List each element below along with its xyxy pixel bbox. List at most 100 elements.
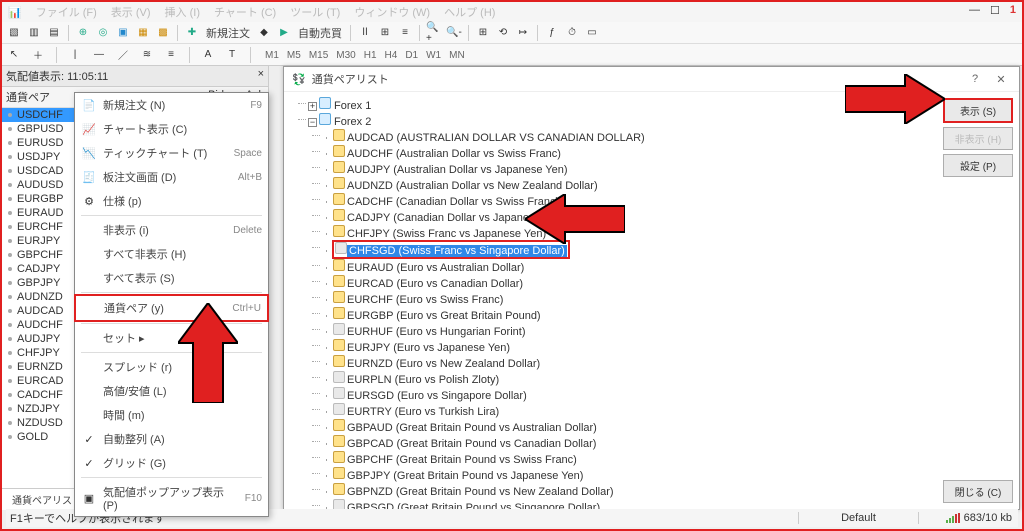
tree-folder-Forex 1[interactable]: + Forex 1 <box>308 96 935 112</box>
indicators-icon[interactable]: ƒ <box>544 25 560 41</box>
timeframe-M15[interactable]: M15 <box>305 48 332 63</box>
tree-item-EURNZD[interactable]: ⋅ EURNZD (Euro vs New Zealand Dollar) <box>322 354 935 370</box>
tree-item-EURCHF[interactable]: ⋅ EURCHF (Euro vs Swiss Franc) <box>322 290 935 306</box>
ctx-気配値ポップアップ表示 (P)[interactable]: ▣気配値ポップアップ表示 (P)F10 <box>75 480 268 516</box>
terminal-icon[interactable]: ▦ <box>135 25 151 41</box>
timeframe-MN[interactable]: MN <box>445 48 469 63</box>
chart-line-icon[interactable]: ▤ <box>46 25 62 41</box>
ctx-高値/安値 (L)[interactable]: 高値/安値 (L) <box>75 379 268 403</box>
ctx-非表示 (i)[interactable]: 非表示 (i)Delete <box>75 218 268 242</box>
menu-insert[interactable]: 挿入 (I) <box>165 4 200 20</box>
market-watch-icon[interactable]: ◎ <box>95 25 111 41</box>
tester-icon[interactable]: ▩ <box>155 25 171 41</box>
tree-item-AUDCHF[interactable]: ⋅ AUDCHF (Australian Dollar vs Swiss Fra… <box>322 144 935 160</box>
menu-help[interactable]: ヘルプ (H) <box>444 4 495 20</box>
dialog-close-icon[interactable]: ✕ <box>991 73 1011 86</box>
ctx-すべて表示 (S)[interactable]: すべて表示 (S) <box>75 266 268 290</box>
ctx-グリッド (G)[interactable]: ✓グリッド (G) <box>75 451 268 475</box>
hide-button[interactable]: 非表示 (H) <box>943 127 1013 150</box>
chart-bar-icon[interactable]: ▧ <box>6 25 22 41</box>
shift-icon[interactable]: ↦ <box>515 25 531 41</box>
text-icon[interactable]: A <box>200 47 216 63</box>
menu-window[interactable]: ウィンドウ (W) <box>354 4 430 20</box>
scroll-icon[interactable]: ⟲ <box>495 25 511 41</box>
dialog-help-icon[interactable]: ? <box>965 73 985 85</box>
label-icon[interactable]: T <box>224 47 240 63</box>
ctx-ティックチャート (T)[interactable]: 📉ティックチャート (T)Space <box>75 141 268 165</box>
tree-item-GBPJPY[interactable]: ⋅ GBPJPY (Great Britain Pound vs Japanes… <box>322 466 935 482</box>
tree-item-GBPNZD[interactable]: ⋅ GBPNZD (Great Britain Pound vs New Zea… <box>322 482 935 498</box>
new-order-icon[interactable]: ✚ <box>184 25 200 41</box>
tree-item-CADCHF[interactable]: ⋅ CADCHF (Canadian Dollar vs Swiss Franc… <box>322 192 935 208</box>
ctx-チャート表示 (C)[interactable]: 📈チャート表示 (C) <box>75 117 268 141</box>
timeframe-M5[interactable]: M5 <box>283 48 305 63</box>
tree-item-GBPCAD[interactable]: ⋅ GBPCAD (Great Britain Pound vs Canadia… <box>322 434 935 450</box>
timeframe-D1[interactable]: D1 <box>401 48 422 63</box>
symbols-tree[interactable]: + Forex 1− Forex 2⋅ AUDCAD (AUSTRALIAN D… <box>284 92 937 509</box>
tree-item-EURSGD[interactable]: ⋅ EURSGD (Euro vs Singapore Dollar) <box>322 386 935 402</box>
timeframe-M1[interactable]: M1 <box>261 48 283 63</box>
minimize-icon[interactable]: — <box>969 4 980 17</box>
timeframe-W1[interactable]: W1 <box>422 48 445 63</box>
menu-view[interactable]: 表示 (V) <box>111 4 151 20</box>
tree-item-EURPLN[interactable]: ⋅ EURPLN (Euro vs Polish Zloty) <box>322 370 935 386</box>
hline-icon[interactable]: — <box>91 47 107 63</box>
ctx-時間 (m)[interactable]: 時間 (m) <box>75 403 268 427</box>
tree-item-CHFJPY[interactable]: ⋅ CHFJPY (Swiss Franc vs Japanese Yen) <box>322 224 935 240</box>
tree-item-GBPCHF[interactable]: ⋅ GBPCHF (Great Britain Pound vs Swiss F… <box>322 450 935 466</box>
tile-icon[interactable]: ⊞ <box>475 25 491 41</box>
ctx-自動整列 (A)[interactable]: ✓自動整列 (A) <box>75 427 268 451</box>
crosshair-icon[interactable]: ＋ <box>30 47 46 63</box>
ctx-通貨ペア (y)[interactable]: 通貨ペア (y)Ctrl+U <box>74 294 269 322</box>
cursor-icon[interactable]: ↖ <box>6 47 22 63</box>
context-menu[interactable]: 📄新規注文 (N)F9📈チャート表示 (C)📉ティックチャート (T)Space… <box>74 92 269 517</box>
tree-item-AUDJPY[interactable]: ⋅ AUDJPY (Australian Dollar vs Japanese … <box>322 160 935 176</box>
settings-button[interactable]: 設定 (P) <box>943 154 1013 177</box>
ctx-板注文画面 (D)[interactable]: 🧾板注文画面 (D)Alt+B <box>75 165 268 189</box>
notification-badge[interactable]: 1 <box>1010 4 1016 17</box>
fibo-icon[interactable]: ≡ <box>163 47 179 63</box>
ctx-セット ▸[interactable]: セット ▸ <box>75 326 268 350</box>
ctx-仕様 (p)[interactable]: ⚙仕様 (p) <box>75 189 268 213</box>
show-button[interactable]: 表示 (S) <box>943 98 1013 123</box>
tree-item-EURGBP[interactable]: ⋅ EURGBP (Euro vs Great Britain Pound) <box>322 306 935 322</box>
zoom-plus-icon[interactable]: ⊕ <box>75 25 91 41</box>
tree-item-AUDNZD[interactable]: ⋅ AUDNZD (Australian Dollar vs New Zeala… <box>322 176 935 192</box>
chart-type3-icon[interactable]: ≡ <box>397 25 413 41</box>
autotrade-icon[interactable]: ▶ <box>276 25 292 41</box>
menu-tools[interactable]: ツール (T) <box>290 4 340 20</box>
tree-item-EURAUD[interactable]: ⋅ EURAUD (Euro vs Australian Dollar) <box>322 258 935 274</box>
new-order-button[interactable]: 新規注文 <box>204 25 252 41</box>
templates-icon[interactable]: ▭ <box>584 25 600 41</box>
tree-folder-Forex 2[interactable]: − Forex 2 <box>308 112 935 128</box>
ctx-新規注文 (N)[interactable]: 📄新規注文 (N)F9 <box>75 93 268 117</box>
menu-file[interactable]: ファイル (F) <box>36 4 97 20</box>
tree-item-GBPAUD[interactable]: ⋅ GBPAUD (Great Britain Pound vs Austral… <box>322 418 935 434</box>
vline-icon[interactable]: | <box>67 47 83 63</box>
tree-item-CADJPY[interactable]: ⋅ CADJPY (Canadian Dollar vs Japanese Ye… <box>322 208 935 224</box>
status-profile[interactable]: Default <box>798 512 918 524</box>
maximize-icon[interactable]: ☐ <box>990 4 1000 17</box>
timeframe-H1[interactable]: H1 <box>360 48 381 63</box>
tree-item-EURJPY[interactable]: ⋅ EURJPY (Euro vs Japanese Yen) <box>322 338 935 354</box>
chart-type1-icon[interactable]: ⅼⅼ <box>357 25 373 41</box>
nav-icon[interactable]: ▣ <box>115 25 131 41</box>
timeframe-M30[interactable]: M30 <box>332 48 359 63</box>
periods-icon[interactable]: ⏱ <box>564 25 580 41</box>
tree-item-GBPSGD[interactable]: ⋅ GBPSGD (Great Britain Pound vs Singapo… <box>322 498 935 509</box>
trendline-icon[interactable]: ／ <box>115 47 131 63</box>
menu-chart[interactable]: チャート (C) <box>214 4 276 20</box>
tree-item-EURHUF[interactable]: ⋅ EURHUF (Euro vs Hungarian Forint) <box>322 322 935 338</box>
ctx-スプレッド (r)[interactable]: スプレッド (r) <box>75 355 268 379</box>
tree-item-CHFSGD[interactable]: ⋅ CHFSGD (Swiss Franc vs Singapore Dolla… <box>322 240 935 258</box>
zoom-out-icon[interactable]: 🔍- <box>446 25 462 41</box>
zoom-in-icon[interactable]: 🔍+ <box>426 25 442 41</box>
chart-type2-icon[interactable]: ⊞ <box>377 25 393 41</box>
chart-candle-icon[interactable]: ▥ <box>26 25 42 41</box>
metaquotes-icon[interactable]: ◆ <box>256 25 272 41</box>
tree-item-EURTRY[interactable]: ⋅ EURTRY (Euro vs Turkish Lira) <box>322 402 935 418</box>
ctx-すべて非表示 (H)[interactable]: すべて非表示 (H) <box>75 242 268 266</box>
tree-item-EURCAD[interactable]: ⋅ EURCAD (Euro vs Canadian Dollar) <box>322 274 935 290</box>
timeframe-H4[interactable]: H4 <box>381 48 402 63</box>
tree-item-AUDCAD[interactable]: ⋅ AUDCAD (AUSTRALIAN DOLLAR VS CANADIAN … <box>322 128 935 144</box>
